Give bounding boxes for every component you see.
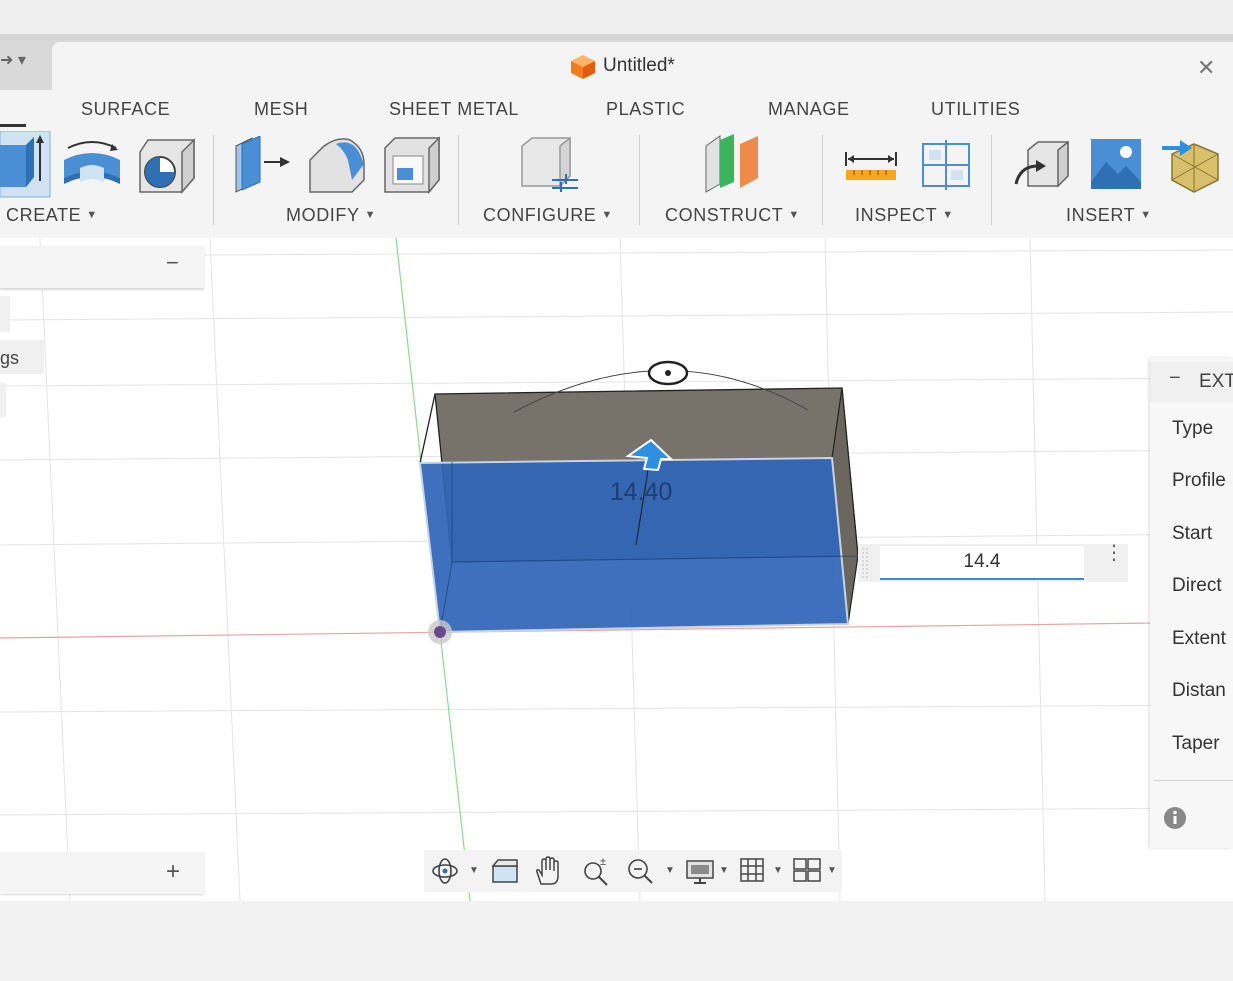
caret-down-icon: ▼ xyxy=(86,209,98,221)
fillet-tool-icon[interactable] xyxy=(308,136,366,199)
svg-text:±: ± xyxy=(600,856,606,868)
zoom-icon[interactable] xyxy=(625,856,655,891)
extrude-row-start[interactable]: Start xyxy=(1172,523,1212,545)
zoom-window-icon[interactable]: ± xyxy=(580,856,610,891)
orbit-caret-icon[interactable]: ▼ xyxy=(469,865,479,876)
construct-plane-icon[interactable] xyxy=(704,134,762,199)
orbit-icon[interactable] xyxy=(430,856,460,891)
extrude-row-extent[interactable]: Extent xyxy=(1172,628,1226,650)
insert-derive-icon[interactable] xyxy=(1014,140,1070,195)
caret-down-icon: ▼ xyxy=(364,209,377,221)
ribbon-separator xyxy=(213,135,214,225)
extrude-row-direction[interactable]: Direct xyxy=(1172,575,1222,597)
caret-down-icon: ▼ xyxy=(1140,209,1152,221)
info-icon[interactable] xyxy=(1163,806,1187,835)
origin-point xyxy=(434,626,446,638)
collapse-icon[interactable]: − xyxy=(166,250,179,276)
look-at-icon[interactable] xyxy=(490,856,520,891)
revolve-tool-icon[interactable] xyxy=(62,138,122,197)
display-caret-icon[interactable]: ▼ xyxy=(719,865,729,876)
group-construct[interactable]: CONSTRUCT ▼ xyxy=(665,205,800,226)
group-create[interactable]: CREATE ▼ xyxy=(6,205,98,226)
document-title: Untitled* xyxy=(603,55,675,76)
dialog-divider xyxy=(1154,780,1233,781)
more-options-icon[interactable]: ⋮ xyxy=(1104,543,1124,563)
group-construct-label: CONSTRUCT xyxy=(665,205,784,225)
group-configure[interactable]: CONFIGURE ▼ xyxy=(483,205,613,226)
group-inspect-label: INSPECT xyxy=(855,205,938,225)
tab-manage[interactable]: MANAGE xyxy=(768,99,850,120)
ribbon-separator xyxy=(458,135,459,225)
grid-settings-icon[interactable] xyxy=(738,856,766,889)
tab-sheet-metal[interactable]: SHEET METAL xyxy=(389,99,519,120)
tab-utilities[interactable]: UTILITIES xyxy=(931,99,1020,120)
more-options-glyph: ⋮ xyxy=(1104,542,1124,564)
press-pull-tool-icon[interactable] xyxy=(234,135,292,199)
extrude-dialog-title: EXT xyxy=(1199,371,1233,392)
viewports-icon[interactable] xyxy=(792,856,822,889)
tab-surface[interactable]: SURFACE xyxy=(81,99,170,120)
status-area xyxy=(0,901,1233,981)
body-edge xyxy=(419,393,436,464)
ribbon-separator xyxy=(991,135,992,225)
collapse-icon[interactable]: − xyxy=(1169,367,1181,390)
pan-hand-icon[interactable] xyxy=(533,856,563,891)
extrude-tool-icon[interactable] xyxy=(0,130,52,204)
title-strip xyxy=(0,0,1233,34)
ribbon-separator xyxy=(822,135,823,225)
group-insert[interactable]: INSERT ▼ xyxy=(1066,205,1152,226)
hole-tool-icon[interactable] xyxy=(138,138,196,199)
distance-input[interactable] xyxy=(880,546,1084,580)
add-comment-icon[interactable]: + xyxy=(166,858,180,886)
group-modify-label: MODIFY xyxy=(286,205,360,225)
tab-plastic[interactable]: PLASTIC xyxy=(606,99,685,120)
zoom-caret-icon[interactable]: ▼ xyxy=(665,865,675,876)
insert-mesh-icon[interactable] xyxy=(1160,136,1222,201)
dimension-label: 14.40 xyxy=(610,478,673,506)
section-analysis-icon[interactable] xyxy=(921,140,971,195)
browser-item[interactable] xyxy=(0,383,6,417)
browser-item[interactable] xyxy=(0,296,10,332)
tab-mesh[interactable]: MESH xyxy=(254,99,308,120)
taper-handle-dot xyxy=(665,370,671,376)
close-icon[interactable]: ✕ xyxy=(1197,55,1215,81)
grid-caret-icon[interactable]: ▼ xyxy=(773,865,783,876)
drag-handle-icon[interactable] xyxy=(861,548,869,585)
extrude-row-profile[interactable]: Profile xyxy=(1172,470,1226,492)
insert-canvas-icon[interactable] xyxy=(1090,138,1142,195)
tab-nav-arrows[interactable]: ➜ ▾ xyxy=(0,50,26,70)
caret-down-icon: ▼ xyxy=(601,209,613,221)
measure-tool-icon[interactable] xyxy=(844,150,898,187)
active-tab-underline xyxy=(0,124,26,127)
group-inspect[interactable]: INSPECT ▼ xyxy=(855,205,954,226)
group-modify[interactable]: MODIFY ▼ xyxy=(286,205,376,226)
ribbon-separator xyxy=(639,135,640,225)
caret-down-icon: ▼ xyxy=(942,209,954,221)
browser-item[interactable]: gs xyxy=(0,340,44,374)
caret-down-icon: ▼ xyxy=(788,209,800,221)
extrude-row-distance[interactable]: Distan xyxy=(1172,680,1226,702)
browser-item-label: gs xyxy=(0,348,20,368)
group-create-label: CREATE xyxy=(6,205,82,225)
group-configure-label: CONFIGURE xyxy=(483,205,597,225)
document-cube-icon xyxy=(570,54,596,85)
display-settings-icon[interactable] xyxy=(685,856,715,891)
shell-tool-icon[interactable] xyxy=(383,136,441,199)
viewports-caret-icon[interactable]: ▼ xyxy=(827,865,837,876)
extrude-row-type[interactable]: Type xyxy=(1172,418,1213,440)
extrude-row-taper[interactable]: Taper xyxy=(1172,733,1220,755)
configure-tool-icon[interactable] xyxy=(520,136,582,199)
group-insert-label: INSERT xyxy=(1066,205,1136,225)
